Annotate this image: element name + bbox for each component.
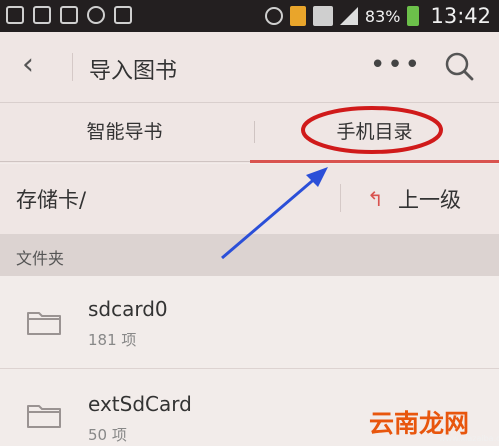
watermark: 云南龙网 www.xiazaiba.com — [365, 400, 499, 446]
wifi-icon — [312, 6, 333, 26]
clock: 13:42 — [430, 4, 491, 28]
folder-name: sdcard0 — [88, 297, 168, 321]
back-icon[interactable]: ‹ — [22, 49, 34, 81]
tab-bar: 智能导书 手机目录 — [0, 103, 499, 163]
folder-item-count: 50 项 — [88, 426, 127, 444]
folder-name: extSdCard — [88, 392, 192, 416]
active-tab-indicator — [250, 160, 499, 163]
status-bar: 83% 13:42 — [0, 0, 499, 32]
section-header: 文件夹 — [0, 234, 499, 276]
home-icon — [33, 6, 51, 24]
up-level-button[interactable]: 上一级 — [398, 184, 461, 214]
title-divider — [72, 53, 73, 81]
folder-item-count: 181 项 — [88, 331, 137, 349]
more-icon[interactable]: ••• — [370, 50, 422, 80]
section-label: 文件夹 — [16, 249, 65, 268]
up-arrow-icon[interactable]: ↰ — [367, 187, 384, 211]
folder-row[interactable]: sdcard0 181 项 — [0, 277, 499, 369]
usb-icon — [60, 6, 78, 24]
path-divider — [340, 184, 341, 212]
search-icon[interactable] — [444, 51, 474, 81]
shield-icon — [114, 6, 132, 24]
alarm-icon — [264, 7, 283, 25]
tab-phone-directory[interactable]: 手机目录 — [250, 103, 499, 163]
path-bar: 存储卡/ ↰ 上一级 — [0, 164, 499, 234]
page-title: 导入图书 — [89, 59, 178, 84]
row-divider — [0, 368, 499, 369]
notification-icons — [6, 6, 132, 26]
battery-percent: 83% — [364, 6, 401, 26]
folder-icon — [27, 312, 61, 335]
watermark-url: www.xiazaiba.com — [439, 434, 499, 443]
signal-icon — [339, 7, 358, 25]
tab-smart-import[interactable]: 智能导书 — [0, 103, 249, 163]
title-bar: ‹ 导入图书 ••• — [0, 32, 499, 103]
battery-icon — [407, 6, 420, 26]
sim-icon — [289, 6, 306, 26]
gps-icon — [87, 6, 105, 24]
tab-baseline — [0, 161, 250, 162]
system-icons: 83% 13:42 — [264, 4, 491, 28]
current-path: 存储卡/ — [16, 188, 87, 212]
folder-icon — [27, 405, 61, 428]
app-icon — [6, 6, 24, 24]
